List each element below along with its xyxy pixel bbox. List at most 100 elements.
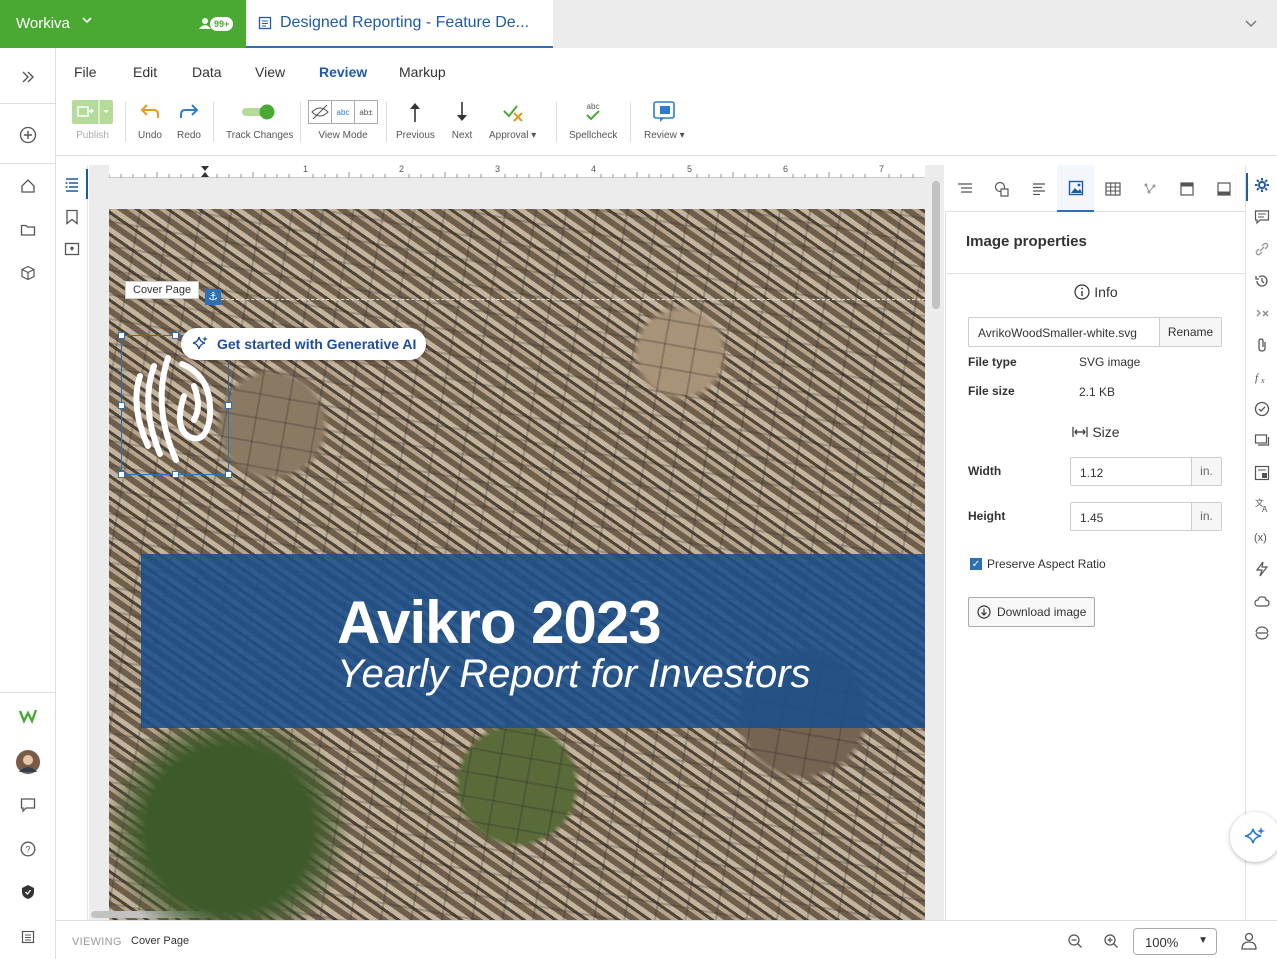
download-image-button[interactable]: Download image (968, 597, 1096, 627)
ruler-mark: 3 (495, 165, 501, 174)
approval-icon (502, 105, 523, 122)
undo-button[interactable]: Undo (138, 100, 162, 141)
folder-icon[interactable] (18, 220, 38, 240)
workiva-logo-icon[interactable] (18, 706, 38, 726)
ruler-mark: 5 (687, 165, 693, 174)
create-new-icon[interactable] (18, 125, 38, 145)
help-icon[interactable]: ? (18, 839, 38, 859)
filename-field[interactable]: AvrikoWoodSmaller-white.svg Rename (968, 317, 1222, 347)
height-input[interactable]: 1.45 in. (1070, 502, 1222, 531)
review-button[interactable]: Review ▾ (644, 100, 685, 141)
cube-icon[interactable] (18, 263, 38, 283)
zoom-out-icon[interactable] (1067, 933, 1083, 954)
width-label: Width (968, 464, 1002, 478)
clear-formatting-icon[interactable] (1253, 304, 1271, 322)
menu-markup[interactable]: Markup (399, 64, 446, 80)
spellcheck-button[interactable]: abc Spellcheck (569, 100, 617, 141)
tab-text-align-icon[interactable] (1020, 165, 1057, 212)
security-shield-icon[interactable] (18, 882, 38, 902)
zoom-value: 100% (1145, 935, 1179, 950)
feedback-icon[interactable] (18, 795, 38, 815)
width-value: 1.12 (1080, 466, 1104, 480)
publish-button[interactable]: Publish (72, 100, 113, 141)
stacked-comments-icon[interactable] (1253, 432, 1271, 450)
document-tab[interactable]: Designed Reporting - Feature De... (246, 0, 553, 48)
variable-icon[interactable]: (x) (1253, 528, 1271, 546)
formula-fx-icon[interactable]: fx (1253, 368, 1271, 386)
workspace-switcher[interactable]: Workiva 99+ (0, 0, 246, 48)
tab-table-icon[interactable] (1094, 165, 1131, 212)
tabs-overflow-chevron-icon[interactable] (1244, 16, 1258, 33)
tab-header-icon[interactable] (1168, 165, 1205, 212)
cloud-icon[interactable] (1253, 592, 1271, 610)
title-banner[interactable]: Avikro 2023 Yearly Report for Investors (141, 554, 925, 728)
menu-data[interactable]: Data (192, 64, 222, 80)
vertical-scrollbar[interactable] (932, 181, 940, 309)
approval-button[interactable]: Approval ▾ (489, 100, 536, 141)
properties-tabs (945, 165, 1245, 212)
translate-icon[interactable]: 文A (1253, 496, 1271, 514)
menu-bar: File Edit Data View Review Markup (56, 48, 1277, 90)
avatar[interactable] (16, 750, 40, 774)
publish-label: Publish (76, 130, 109, 141)
comments-icon[interactable] (1253, 208, 1271, 226)
review-comment-icon (653, 101, 676, 122)
checkmark-circle-icon[interactable] (1253, 400, 1271, 418)
previous-button[interactable]: Previous (396, 100, 435, 141)
left-rail: ? (0, 48, 56, 959)
width-input[interactable]: 1.12 in. (1070, 457, 1222, 486)
sparkle-icon (192, 336, 208, 350)
sync-icon[interactable] (1253, 624, 1271, 642)
lightning-icon[interactable] (1253, 560, 1271, 578)
ai-assistant-button[interactable] (1230, 812, 1277, 862)
zoom-in-icon[interactable] (1103, 933, 1119, 954)
document-list-icon[interactable] (18, 927, 38, 947)
tasks-icon[interactable] (1253, 464, 1271, 482)
preserve-aspect-ratio-checkbox[interactable]: ✓ Preserve Aspect Ratio (970, 557, 1106, 571)
expand-rail-icon[interactable] (18, 67, 38, 87)
menu-review[interactable]: Review (319, 64, 367, 80)
link-icon[interactable] (1253, 240, 1271, 258)
document-canvas[interactable]: 1 2 3 4 5 6 7 Cover Page ⚓ Get started w… (89, 165, 944, 920)
menu-view[interactable]: View (255, 64, 285, 80)
cover-page[interactable]: Cover Page ⚓ Get started with Generative… (109, 209, 925, 920)
caret-down-icon: ▼ (1198, 935, 1208, 946)
track-changes-toggle[interactable]: Track Changes (226, 100, 293, 141)
tab-image-properties-icon[interactable] (1057, 165, 1094, 212)
svg-text:ab±: ab± (359, 108, 373, 117)
svg-text:abc: abc (587, 102, 600, 111)
redo-icon (180, 104, 199, 118)
view-mode-button[interactable]: abc ab± View Mode (308, 100, 378, 141)
tab-footer-icon[interactable] (1205, 165, 1242, 212)
menu-edit[interactable]: Edit (133, 64, 157, 80)
file-type-value: SVG image (1079, 355, 1141, 369)
document-title: Designed Reporting - Feature De... (280, 14, 530, 31)
top-bar: Workiva 99+ Designed Reporting - Feature… (0, 0, 1277, 48)
tab-chart-icon[interactable] (1131, 165, 1168, 212)
user-icon[interactable] (1241, 932, 1257, 955)
info-icon (1074, 284, 1090, 300)
download-label: Download image (997, 605, 1087, 619)
settings-gear-icon[interactable] (1253, 176, 1271, 194)
ruler-mark: 4 (591, 165, 597, 174)
history-icon[interactable] (1253, 272, 1271, 290)
outline-icon[interactable] (64, 176, 80, 197)
redo-button[interactable]: Redo (177, 100, 201, 141)
comment-heart-icon[interactable] (64, 242, 80, 263)
attachment-icon[interactable] (1253, 336, 1271, 354)
generative-ai-button[interactable]: Get started with Generative AI (181, 328, 427, 360)
svg-text:(x): (x) (1254, 532, 1267, 544)
home-icon[interactable] (18, 176, 38, 196)
tab-outline-icon[interactable] (946, 165, 983, 212)
view-mode-icon: abc ab± (308, 100, 378, 124)
current-section-label: Cover Page (131, 935, 190, 947)
anchor-icon[interactable]: ⚓ (205, 289, 221, 305)
zoom-select[interactable]: 100% ▼ (1133, 928, 1217, 955)
rename-button[interactable]: Rename (1159, 318, 1221, 346)
menu-file[interactable]: File (74, 64, 97, 80)
section-label-cover-page[interactable]: Cover Page (125, 281, 200, 299)
bookmark-icon[interactable] (65, 209, 79, 230)
next-button[interactable]: Next (450, 100, 474, 141)
collaborators-badge: 99+ (210, 17, 234, 31)
tab-shapes-icon[interactable] (983, 165, 1020, 212)
